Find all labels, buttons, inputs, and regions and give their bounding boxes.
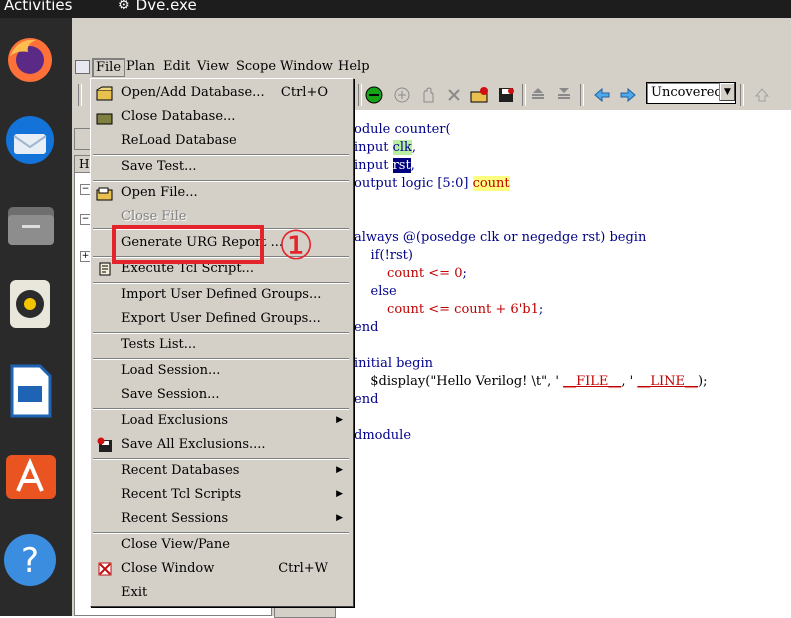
code-line: end xyxy=(354,392,379,407)
menu-item-close-window[interactable]: Close Window Ctrl+W xyxy=(91,558,353,580)
submenu-arrow-icon: ▶ xyxy=(336,489,343,499)
window-system-icon[interactable] xyxy=(75,60,90,74)
coverage-filter-value: Uncovered xyxy=(651,85,723,100)
code-line: $display("Hello Verilog! \t", ' __FILE__… xyxy=(362,374,708,389)
close-folder-icon xyxy=(96,109,114,125)
menu-scope[interactable]: Scope xyxy=(233,58,279,75)
code-line: end xyxy=(354,320,379,335)
menu-item-reload-database[interactable]: ReLoad Database xyxy=(91,130,353,152)
toolbar-separator xyxy=(78,84,82,106)
code-line: input rst, xyxy=(354,158,415,173)
annotation-highlight-box xyxy=(112,225,264,264)
firefox-icon[interactable] xyxy=(0,30,60,90)
submenu-arrow-icon: ▶ xyxy=(336,513,343,523)
dock: ? xyxy=(0,18,72,616)
activities-button[interactable]: Activities xyxy=(4,0,72,14)
code-line: if(!rst) xyxy=(354,248,413,263)
menu-item-load-session[interactable]: Load Session... xyxy=(91,360,353,382)
stack-up-icon[interactable] xyxy=(528,85,548,105)
toolbar-separator xyxy=(358,84,362,106)
menu-file[interactable]: File xyxy=(92,58,126,77)
app-menu[interactable]: ⚙ Dve.exe xyxy=(118,0,197,14)
submenu-arrow-icon: ▶ xyxy=(336,465,343,475)
submenu-arrow-icon: ▶ xyxy=(336,415,343,425)
chevron-down-icon[interactable]: ▼ xyxy=(719,83,735,101)
menu-item-save-all-exclusions[interactable]: Save All Exclusions.... xyxy=(91,434,353,456)
add-circle-icon[interactable] xyxy=(392,85,412,105)
help-icon[interactable]: ? xyxy=(0,530,60,590)
save-exclusions-icon xyxy=(96,437,114,453)
libreoffice-impress-icon[interactable] xyxy=(0,360,60,420)
hand-icon[interactable] xyxy=(418,85,438,105)
menu-item-open-add-database[interactable]: Open/Add Database... Ctrl+O xyxy=(91,82,353,104)
toolbar-separator xyxy=(580,84,584,106)
code-line: output logic [5:0] count xyxy=(354,176,510,191)
toolbar-separator xyxy=(522,84,526,106)
menu-bar: File Plan Edit View Scope Window Help xyxy=(72,56,791,78)
menu-item-recent-databases[interactable]: Recent Databases ▶ xyxy=(91,460,353,482)
open-file-icon xyxy=(96,185,114,201)
code-line: input clk, xyxy=(354,140,417,155)
menu-item-close-view-pane[interactable]: Close View/Pane xyxy=(91,534,353,556)
menu-item-save-test[interactable]: Save Test... xyxy=(91,156,353,178)
save-disk-icon[interactable] xyxy=(496,85,516,105)
code-line: count <= 0; xyxy=(354,266,467,281)
menu-item-open-file[interactable]: Open File... xyxy=(91,182,353,204)
svg-text:?: ? xyxy=(21,541,39,581)
menu-edit[interactable]: Edit xyxy=(160,58,193,75)
app-center-icon[interactable] xyxy=(0,443,60,503)
code-line: always @(posedge clk or negedge rst) beg… xyxy=(354,230,647,245)
code-line: else xyxy=(354,284,397,299)
delete-x-icon[interactable] xyxy=(444,85,464,105)
menu-view[interactable]: View xyxy=(194,58,232,75)
thunderbird-icon[interactable] xyxy=(0,110,60,170)
menu-item-export-user-defined-groups[interactable]: Export User Defined Groups... xyxy=(91,308,353,330)
toolbar-separator xyxy=(740,84,744,106)
menu-window[interactable]: Window xyxy=(277,58,336,75)
coverage-filter-select[interactable]: Uncovered ▼ xyxy=(646,82,736,104)
stack-down-icon[interactable] xyxy=(554,85,574,105)
menu-plan[interactable]: Plan xyxy=(123,58,158,75)
menu-item-import-user-defined-groups[interactable]: Import User Defined Groups... xyxy=(91,284,353,306)
menu-item-load-exclusions[interactable]: Load Exclusions ▶ xyxy=(91,410,353,432)
top-bar: Activities ⚙ Dve.exe xyxy=(0,0,791,18)
up-disabled-icon[interactable] xyxy=(752,85,772,105)
code-line: count <= count + 6'b1; xyxy=(354,302,544,317)
menu-item-recent-tcl-scripts[interactable]: Recent Tcl Scripts ▶ xyxy=(91,484,353,506)
menu-item-save-session[interactable]: Save Session... xyxy=(91,384,353,406)
arrow-right-icon[interactable] xyxy=(618,85,638,105)
code-line: odule counter( xyxy=(354,122,451,137)
code-line: dmodule xyxy=(354,428,412,443)
files-icon[interactable] xyxy=(0,193,60,253)
arrow-left-icon[interactable] xyxy=(592,85,612,105)
rhythmbox-icon[interactable] xyxy=(0,274,60,334)
green-circle-icon[interactable] xyxy=(364,85,384,105)
open-folder-icon xyxy=(96,85,114,101)
close-window-icon xyxy=(96,561,114,577)
menu-item-close-database[interactable]: Close Database... xyxy=(91,106,353,128)
menu-item-exit[interactable]: Exit xyxy=(91,582,353,604)
menu-help[interactable]: Help xyxy=(335,58,373,75)
annotation-step-marker: ① xyxy=(278,223,314,269)
file-menu-dropdown: Open/Add Database... Ctrl+O Close Databa… xyxy=(90,78,354,607)
app-gear-icon: ⚙ xyxy=(118,0,130,13)
menu-item-tests-list[interactable]: Tests List... xyxy=(91,334,353,356)
app-name: Dve.exe xyxy=(135,0,197,14)
menu-item-recent-sessions[interactable]: Recent Sessions ▶ xyxy=(91,508,353,530)
code-line: initial begin xyxy=(354,356,433,371)
open-folder-red-icon[interactable] xyxy=(470,85,490,105)
